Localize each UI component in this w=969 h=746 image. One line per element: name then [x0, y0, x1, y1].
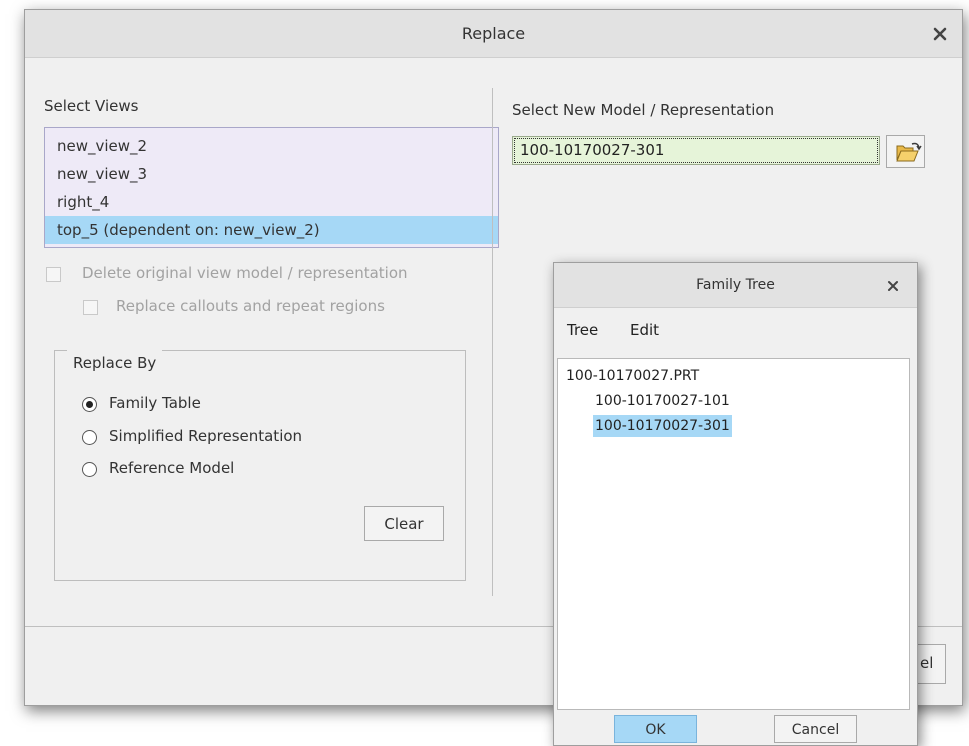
list-item[interactable]: right_4: [45, 188, 498, 216]
cancel-button[interactable]: Cancel: [774, 715, 857, 743]
family-tree-menubar: Tree Edit: [554, 315, 917, 345]
views-list[interactable]: new_view_2 new_view_3 right_4 top_5 (dep…: [44, 127, 499, 248]
reference-model-radio[interactable]: [82, 462, 97, 477]
family-table-radio[interactable]: [82, 397, 97, 412]
reference-model-label: Reference Model: [109, 459, 235, 477]
family-tree-dialog: Family Tree Tree Edit 100-10170027.PRT 1…: [553, 262, 918, 746]
tree-node[interactable]: 100-10170027-101: [595, 390, 730, 412]
family-tree-title: Family Tree: [554, 263, 917, 308]
vertical-divider: [492, 88, 493, 596]
menu-item-tree[interactable]: Tree: [567, 315, 598, 345]
tree-node[interactable]: 100-10170027-301: [593, 415, 732, 437]
family-table-label: Family Table: [109, 394, 201, 412]
replace-dialog-title: Replace: [25, 10, 962, 58]
tree-node-root[interactable]: 100-10170027.PRT: [566, 365, 699, 387]
menu-item-edit[interactable]: Edit: [630, 315, 659, 345]
cancel-button-label: el: [920, 654, 934, 672]
close-icon[interactable]: [928, 22, 952, 46]
family-tree-view[interactable]: 100-10170027.PRT 100-10170027-101 100-10…: [557, 358, 910, 710]
simplified-representation-label: Simplified Representation: [109, 427, 303, 445]
list-item[interactable]: top_5 (dependent on: new_view_2): [45, 216, 498, 244]
list-item[interactable]: new_view_3: [45, 160, 498, 188]
clear-button[interactable]: Clear: [364, 506, 444, 541]
list-item[interactable]: new_view_2: [45, 132, 498, 160]
ok-button[interactable]: OK: [614, 715, 697, 743]
delete-original-label: Delete original view model / representat…: [82, 264, 408, 282]
replace-callouts-label: Replace callouts and repeat regions: [116, 297, 385, 315]
replace-callouts-checkbox[interactable]: [83, 300, 98, 315]
select-views-label: Select Views: [44, 97, 139, 115]
open-model-button[interactable]: [886, 135, 925, 168]
select-new-model-label: Select New Model / Representation: [512, 101, 775, 119]
close-icon[interactable]: [884, 277, 902, 295]
replace-by-legend: Replace By: [67, 349, 163, 377]
simplified-representation-radio[interactable]: [82, 430, 97, 445]
new-model-input[interactable]: 100-10170027-301: [512, 136, 880, 165]
delete-original-checkbox[interactable]: [46, 267, 61, 282]
folder-open-icon: [896, 142, 922, 162]
